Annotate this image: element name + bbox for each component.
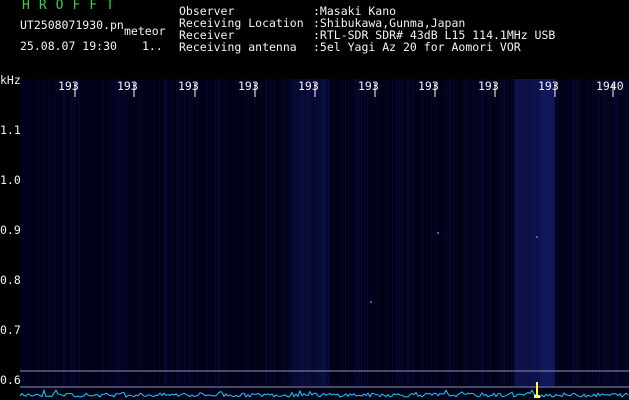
- x-tick-label: 193: [418, 79, 439, 93]
- spectrogram: [20, 79, 629, 400]
- x-tick-label: 193: [58, 79, 79, 93]
- app-brand: HROFFT: [22, 0, 123, 13]
- echo-dot: [370, 301, 372, 303]
- y-axis-unit: kHz: [0, 73, 21, 87]
- echo-dot: [437, 232, 439, 234]
- noise-band: [540, 79, 554, 386]
- mode-label: meteor: [124, 24, 166, 38]
- x-tick-label: 193: [178, 79, 199, 93]
- file-name: UT2508071930.pn: [20, 18, 124, 32]
- antenna-label: Receiving antenna: [179, 40, 297, 54]
- y-tick-label: 0.9: [0, 223, 21, 237]
- y-tick-label: 0.6: [0, 373, 21, 387]
- x-tick-label: 193: [358, 79, 379, 93]
- x-tick-label: 193: [538, 79, 559, 93]
- y-tick-label: 0.7: [0, 323, 21, 337]
- x-tick-label: 193: [117, 79, 138, 93]
- spectrogram-canvas: [20, 79, 629, 400]
- x-tick-label: 193: [238, 79, 259, 93]
- y-tick-label: 0.8: [0, 273, 21, 287]
- antenna-value: :5el Yagi Az 20 for Aomori VOR: [313, 40, 521, 54]
- y-tick-label: 1.1: [0, 123, 21, 137]
- x-tick-label: 1940: [596, 79, 624, 93]
- noise-band: [290, 79, 330, 386]
- x-tick-label: 193: [298, 79, 319, 93]
- meteor-echo: [536, 382, 538, 396]
- x-tick-label: 193: [478, 79, 499, 93]
- date-time: 25.08.07 19:30: [20, 39, 117, 53]
- y-tick-label: 1.0: [0, 173, 21, 187]
- meteor-echo-base: [534, 395, 540, 398]
- count-label: 1..: [142, 39, 163, 53]
- echo-dot: [536, 236, 538, 238]
